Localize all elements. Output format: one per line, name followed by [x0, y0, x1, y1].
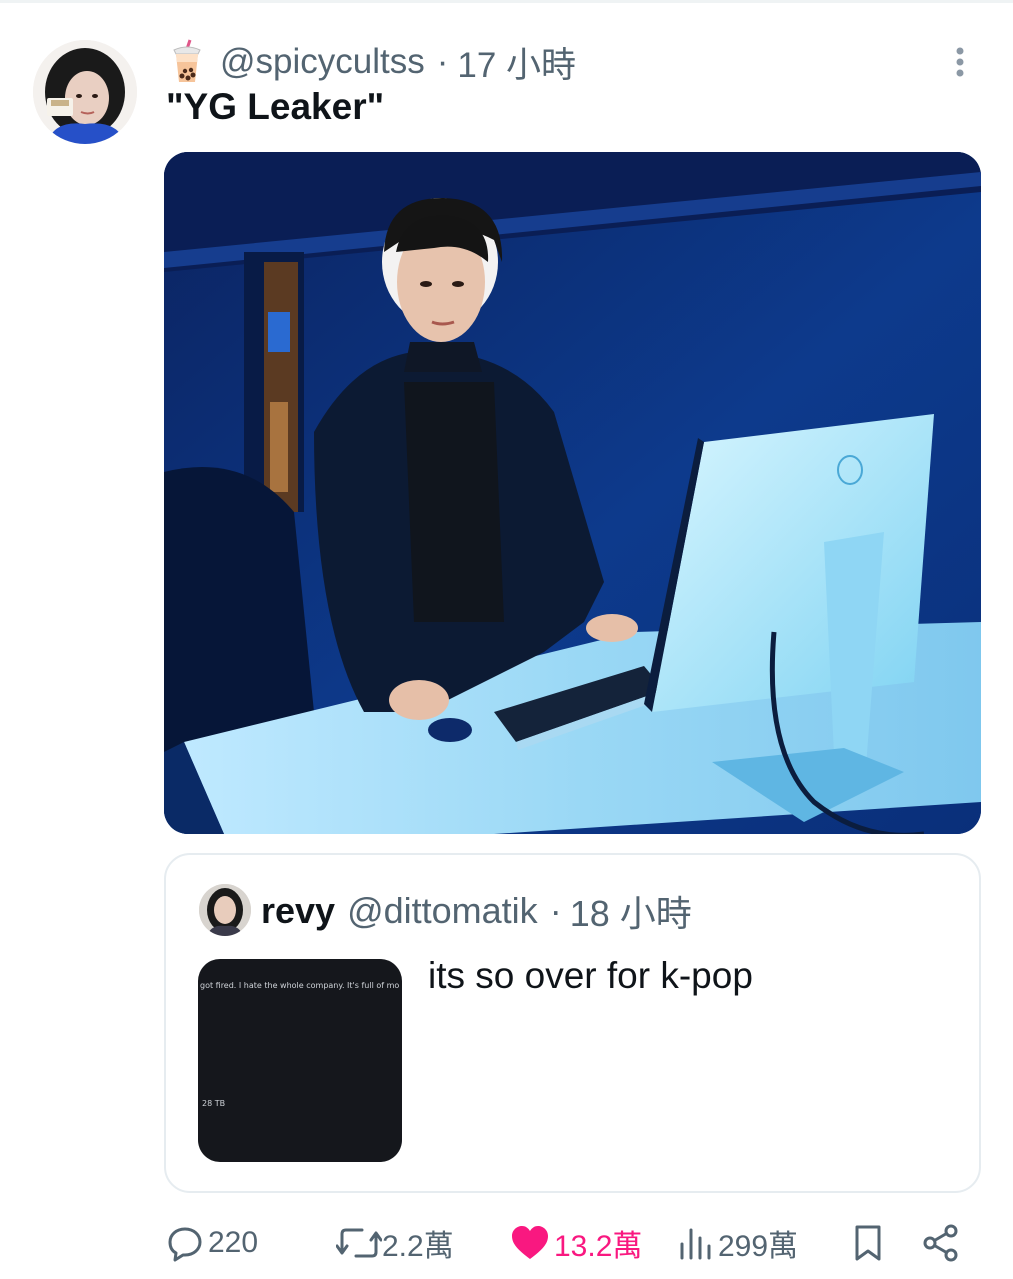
quoted-post[interactable]: revy @dittomatik · 18 小時 got fired. I ha…: [164, 853, 981, 1193]
reply-icon: [166, 1224, 204, 1262]
bar-chart-icon: [678, 1224, 714, 1262]
action-bar: 220 2.2萬 13.2萬 299萬: [0, 1215, 1013, 1271]
share-icon: [922, 1223, 960, 1263]
repost-button[interactable]: 2.2萬: [336, 1215, 454, 1271]
repost-count: 2.2萬: [382, 1230, 454, 1263]
separator-dot: ·: [549, 890, 562, 931]
thumbnail-size-label: 28 TB: [202, 1099, 226, 1108]
quote-text: its so over for k-pop: [428, 955, 753, 996]
view-count: 299萬: [718, 1230, 799, 1263]
author-handle[interactable]: @spicycultss: [220, 42, 425, 82]
repost-icon: [336, 1224, 382, 1262]
bookmark-icon: [852, 1223, 884, 1263]
vertical-dots-icon[interactable]: [945, 44, 975, 80]
bookmark-button[interactable]: [852, 1215, 884, 1271]
like-button[interactable]: 13.2萬: [510, 1215, 642, 1271]
quote-author-name[interactable]: revy: [261, 890, 335, 932]
reply-count: 220: [208, 1226, 259, 1259]
post-text: "YG Leaker": [166, 86, 385, 127]
bubble-tea-emoji-icon: [168, 38, 206, 86]
heart-icon: [510, 1224, 550, 1262]
quote-author-avatar[interactable]: [199, 884, 251, 936]
quote-timestamp: 18 小時: [569, 893, 692, 934]
quote-thumbnail[interactable]: got fired. I hate the whole company. It'…: [198, 959, 402, 1162]
reply-button[interactable]: 220: [166, 1215, 258, 1271]
quote-author-handle[interactable]: @dittomatik: [347, 890, 538, 932]
thumbnail-text: got fired. I hate the whole company. It'…: [200, 981, 400, 990]
author-avatar[interactable]: [33, 40, 137, 144]
quote-header: revy @dittomatik · 18 小時: [261, 887, 692, 935]
post-timestamp[interactable]: 17 小時: [457, 37, 576, 88]
post-image[interactable]: [164, 152, 981, 834]
post-header: @spicycultss · 17 小時: [168, 38, 576, 86]
views-button[interactable]: 299萬: [678, 1215, 798, 1271]
like-count: 13.2萬: [554, 1230, 643, 1263]
share-button[interactable]: [922, 1215, 960, 1271]
top-divider: [0, 0, 1013, 3]
separator-dot: ·: [436, 42, 449, 81]
